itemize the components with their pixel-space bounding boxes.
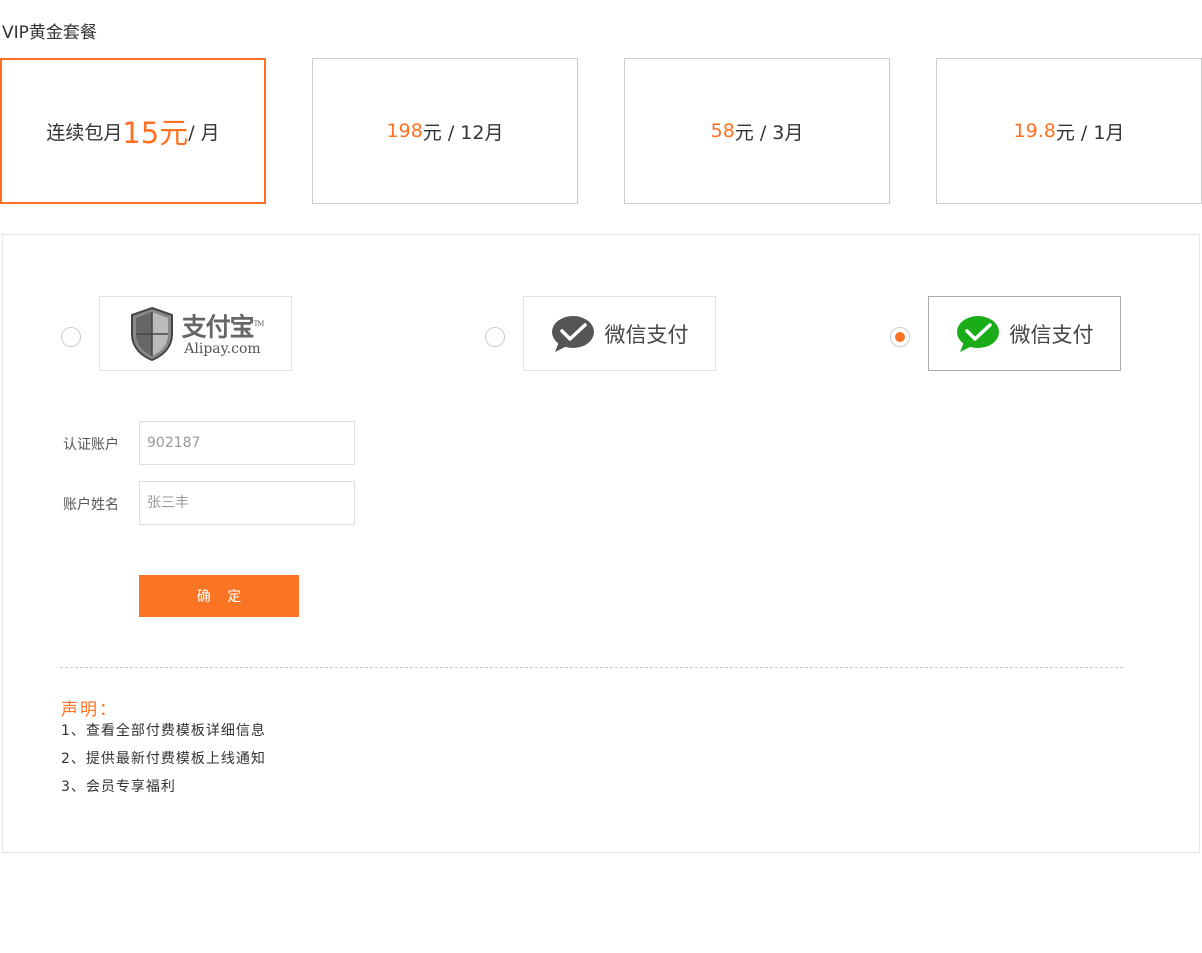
wechat-icon — [551, 315, 594, 352]
wechat-green-radio[interactable] — [890, 327, 910, 347]
alipay-shield-icon — [130, 306, 173, 361]
wechat-gray-option[interactable]: 微信支付 — [523, 296, 716, 371]
wechat-green-option[interactable]: 微信支付 — [928, 296, 1121, 371]
plan-1-month[interactable]: 19.8 元 / 1月 — [936, 58, 1202, 204]
plan-monthly-auto[interactable]: 连续包月 15元 / 月 — [0, 58, 266, 204]
plan-suffix: 元 / 3月 — [734, 121, 804, 144]
plan-12-months[interactable]: 198 元 / 12月 — [312, 58, 578, 204]
notice-item: 1、查看全部付费模板详细信息 — [61, 723, 266, 739]
alipay-cn-label: 支付宝TM — [181, 312, 265, 342]
plan-suffix: 元 / 12月 — [422, 121, 504, 144]
page-title: VIP黄金套餐 — [2, 23, 97, 43]
plan-price: 19.8 — [1013, 120, 1056, 142]
plan-3-months[interactable]: 58 元 / 3月 — [624, 58, 890, 204]
wechat-gray-radio[interactable] — [485, 327, 505, 347]
divider — [60, 667, 1123, 668]
alipay-en-label: Alipay.com — [184, 341, 261, 358]
alipay-option[interactable]: 支付宝TM Alipay.com — [99, 296, 292, 371]
confirm-button[interactable]: 确 定 — [139, 575, 299, 617]
notice-title: 声明： — [61, 700, 118, 720]
name-input[interactable] — [139, 481, 355, 525]
wechat-green-label: 微信支付 — [1009, 322, 1094, 347]
plan-price: 15元 — [122, 116, 189, 150]
alipay-radio[interactable] — [61, 327, 81, 347]
name-label: 账户姓名 — [63, 497, 119, 513]
plan-suffix: / 月 — [188, 121, 220, 144]
account-input[interactable] — [139, 421, 355, 465]
account-label: 认证账户 — [63, 437, 119, 453]
plan-prefix: 连续包月 — [46, 121, 123, 144]
plan-price: 58 — [710, 120, 735, 142]
notice-item: 2、提供最新付费模板上线通知 — [61, 751, 266, 767]
notice-item: 3、会员专享福利 — [61, 779, 176, 795]
wechat-gray-label: 微信支付 — [604, 322, 689, 347]
notice-list: 1、查看全部付费模板详细信息 2、提供最新付费模板上线通知 3、会员专享福利 — [61, 721, 266, 805]
alipay-logo-text: 支付宝TM Alipay.com — [181, 310, 265, 358]
plan-price: 198 — [386, 120, 423, 142]
wechat-icon — [956, 315, 999, 352]
plan-suffix: 元 / 1月 — [1055, 121, 1125, 144]
payment-panel: 支付宝TM Alipay.com 微信支付 微信支付 认证账户 账户姓名 确 定… — [2, 234, 1200, 853]
